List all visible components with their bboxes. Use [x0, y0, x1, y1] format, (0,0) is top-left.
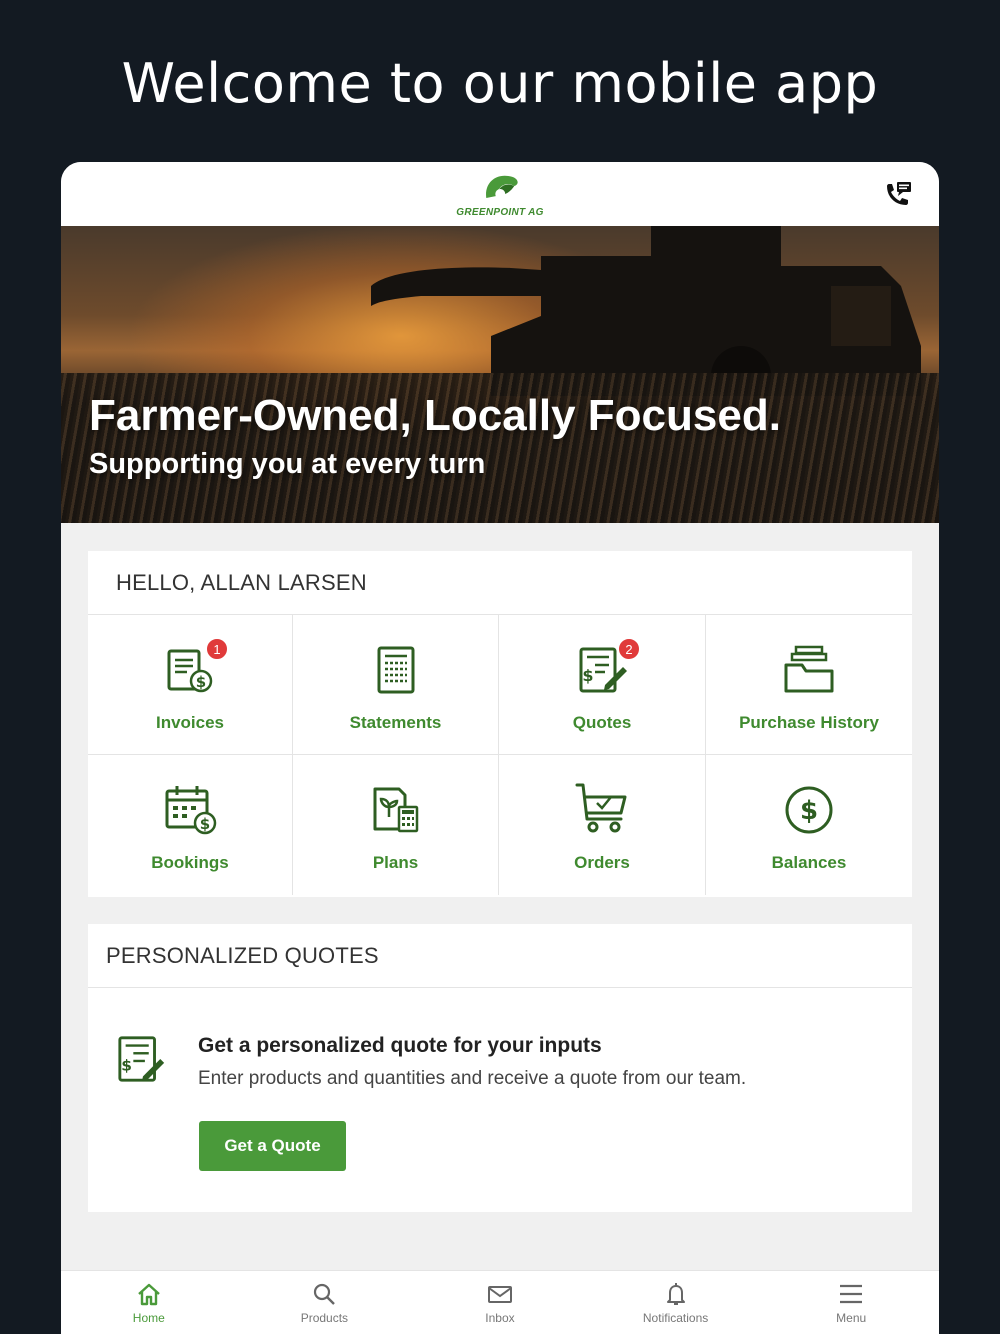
brand-logo[interactable]: GREENPOINT AG: [456, 170, 543, 218]
tile-label: Orders: [574, 853, 630, 872]
invoice-count-badge: 1: [205, 637, 229, 661]
tile-label: Purchase History: [739, 713, 879, 732]
tile-invoices[interactable]: $ 1 Invoices: [88, 615, 293, 755]
tile-statements[interactable]: Statements: [293, 615, 499, 755]
nav-label: Notifications: [642, 1311, 709, 1325]
nav-item-products[interactable]: Products: [237, 1271, 413, 1334]
quote-request-icon: $: [118, 1036, 165, 1082]
tile-label: Bookings: [151, 853, 229, 872]
nav-label: Inbox: [485, 1311, 515, 1325]
svg-text:$: $: [200, 815, 210, 833]
dashboard-grid: $ 1 Invoices Statements $ 2 Quotes Purch…: [88, 615, 912, 895]
nav-label: Menu: [836, 1311, 867, 1325]
nav-label: Products: [300, 1311, 349, 1325]
tile-label: Plans: [372, 853, 419, 872]
bell-icon: [666, 1283, 685, 1305]
account-dashboard-card: HELLO, ALLAN LARSEN $ 1 Invoices Stateme…: [88, 551, 912, 897]
nav-item-home[interactable]: Home: [61, 1271, 237, 1334]
quote-description: Enter products and quantities and receiv…: [198, 1068, 747, 1089]
leaf-logo-icon: [485, 175, 518, 199]
phone-message-icon[interactable]: [883, 180, 913, 210]
quotes-card-title: PERSONALIZED QUOTES: [88, 924, 912, 988]
nav-label: Home: [132, 1311, 165, 1325]
tile-plans[interactable]: Plans: [293, 755, 499, 895]
hero-subheadline: Supporting you at every turn: [89, 448, 486, 480]
nav-item-notifications[interactable]: Notifications: [588, 1271, 764, 1334]
svg-text:$: $: [196, 673, 206, 691]
tile-bookings[interactable]: $ Bookings: [88, 755, 293, 895]
quote-count-badge: 2: [617, 637, 641, 661]
nav-item-menu[interactable]: Menu: [763, 1271, 939, 1334]
logo-wordmark: GREENPOINT AG: [456, 207, 544, 218]
bookings-calendar-icon: $: [165, 786, 217, 835]
tile-orders[interactable]: Orders: [499, 755, 706, 895]
get-quote-button[interactable]: Get a Quote: [199, 1121, 346, 1171]
hero-banner: Farmer-Owned, Locally Focused. Supportin…: [61, 226, 939, 523]
svg-text:$: $: [800, 796, 818, 826]
tile-label: Statements: [349, 713, 442, 732]
app-screen: GREENPOINT AG Farmer-Owned, Locally Focu…: [61, 162, 939, 1334]
purchase-history-icon: [784, 645, 834, 693]
statement-icon: [377, 646, 414, 694]
greeting-heading: HELLO, ALLAN LARSEN: [88, 551, 912, 615]
plans-icon: [373, 787, 418, 833]
cart-icon: [575, 783, 627, 833]
nav-item-inbox[interactable]: Inbox: [412, 1271, 588, 1334]
tile-purchase-history[interactable]: Purchase History: [706, 615, 912, 755]
tile-balances[interactable]: $ Balances: [706, 755, 912, 895]
quote-heading: Get a personalized quote for your inputs: [198, 1034, 602, 1057]
bottom-navigation: Home Products Inbox Notifications Menu: [61, 1270, 939, 1334]
tile-label: Invoices: [155, 713, 225, 732]
hero-headline: Farmer-Owned, Locally Focused.: [89, 391, 781, 440]
personalized-quotes-card: PERSONALIZED QUOTES $ Get a personalized…: [88, 924, 912, 1212]
app-header: GREENPOINT AG: [61, 162, 939, 226]
search-icon: [314, 1283, 336, 1305]
tile-label: Quotes: [572, 713, 632, 732]
home-icon: [137, 1283, 160, 1306]
svg-text:$: $: [121, 1057, 132, 1075]
promo-title: Welcome to our mobile app: [121, 52, 879, 115]
mail-icon: [487, 1286, 512, 1303]
svg-text:$: $: [582, 666, 593, 685]
combine-harvester-silhouette: [371, 226, 921, 396]
tile-quotes[interactable]: $ 2 Quotes: [499, 615, 706, 755]
dollar-circle-icon: $: [785, 786, 833, 834]
hamburger-menu-icon: [840, 1284, 863, 1304]
tile-label: Balances: [771, 853, 847, 872]
